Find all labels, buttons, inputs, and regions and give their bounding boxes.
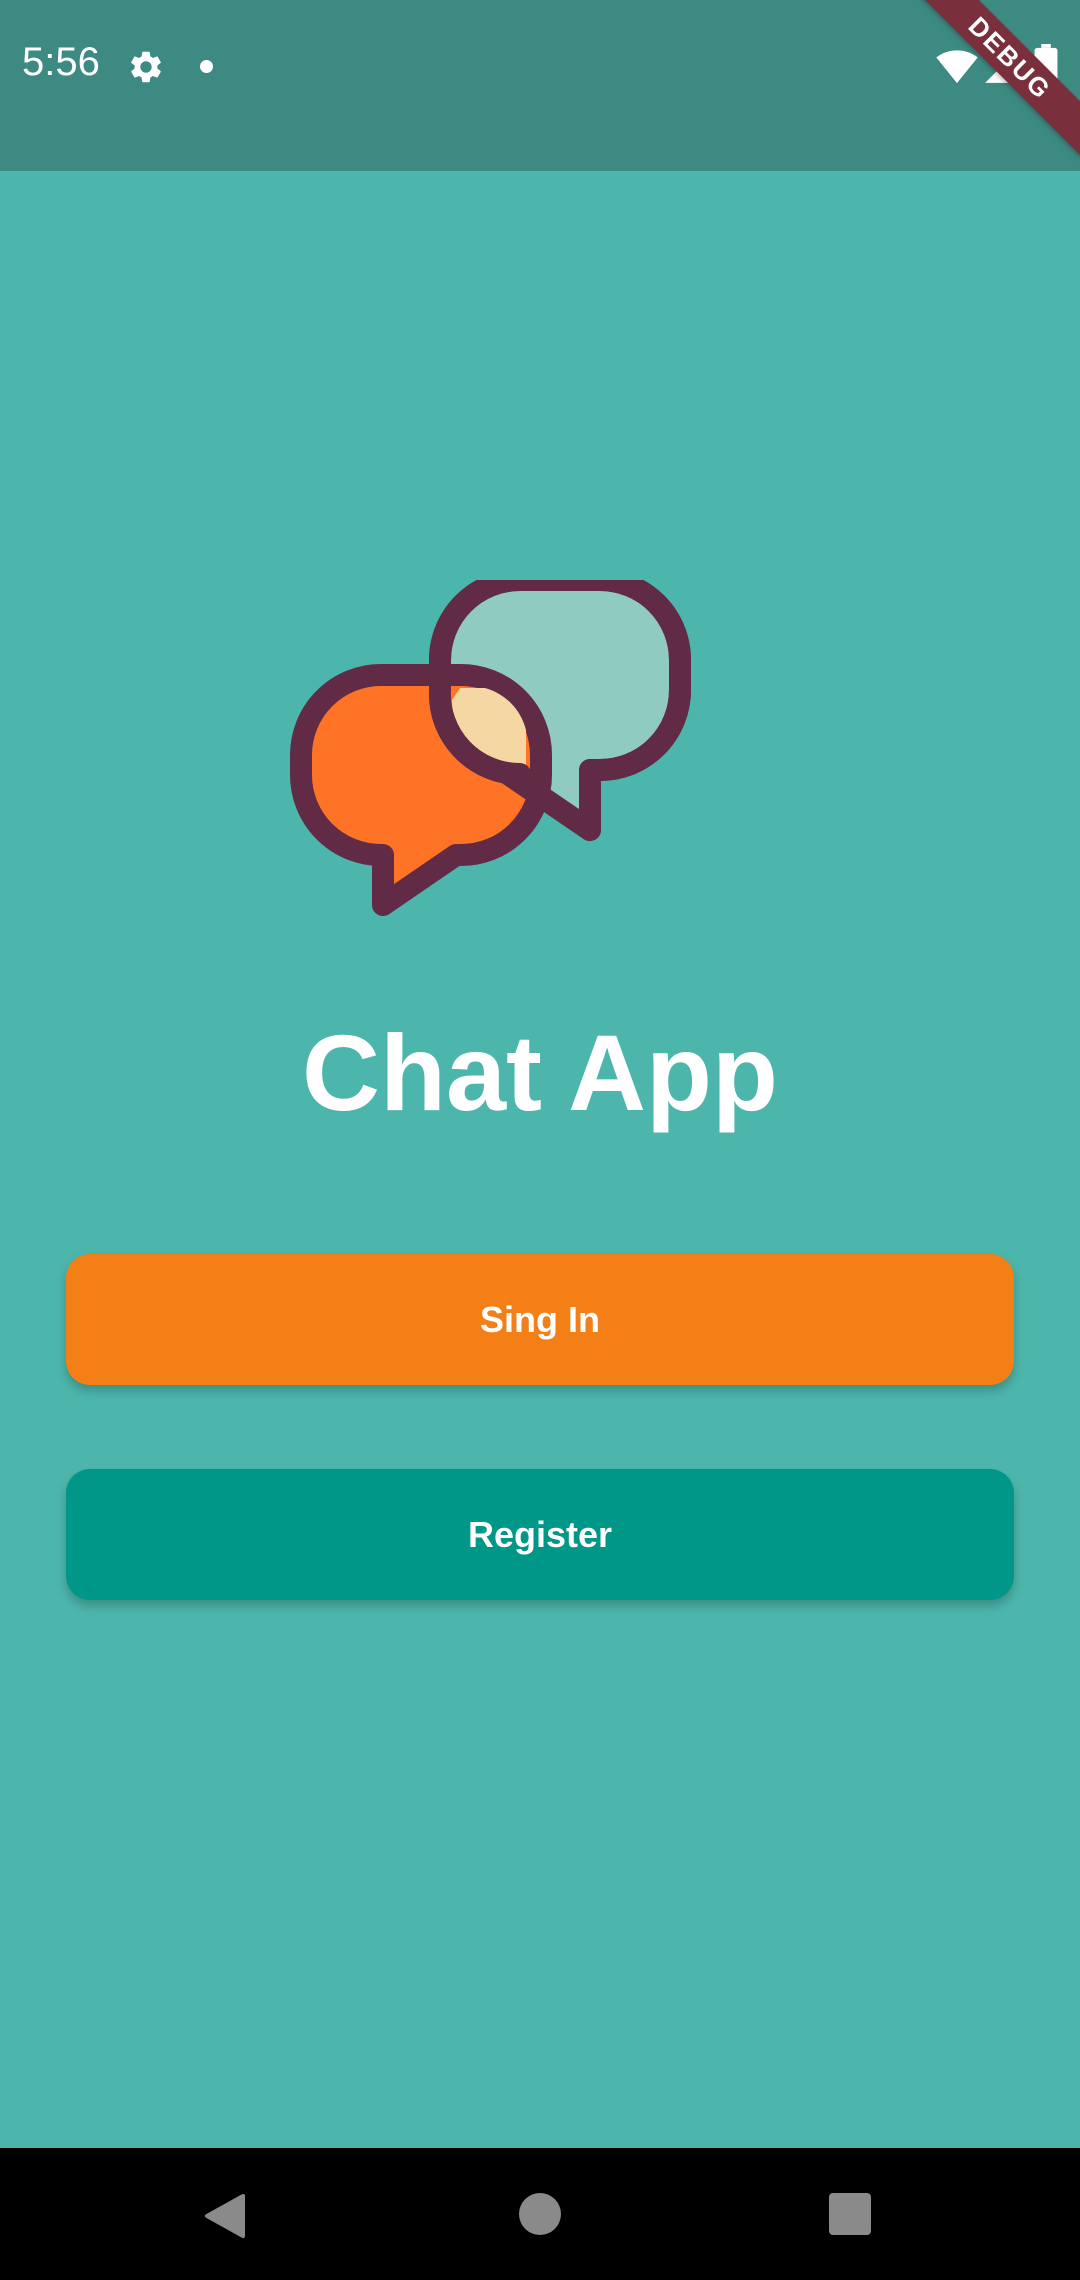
app-title: Chat App bbox=[302, 1012, 778, 1133]
home-icon[interactable] bbox=[519, 2193, 561, 2235]
welcome-screen: 5:56 DEBUG Chat App Sing In Register bbox=[0, 0, 1080, 2280]
status-time: 5:56 bbox=[22, 40, 100, 84]
wifi-icon bbox=[936, 50, 978, 84]
navigation-bar bbox=[0, 2148, 1080, 2280]
back-icon[interactable] bbox=[203, 2192, 247, 2240]
notification-dot-icon bbox=[200, 60, 213, 73]
status-bar: 5:56 bbox=[0, 0, 1080, 171]
gear-icon bbox=[131, 51, 161, 83]
register-button[interactable]: Register bbox=[66, 1469, 1014, 1600]
sign-in-button[interactable]: Sing In bbox=[66, 1254, 1014, 1385]
recents-icon[interactable] bbox=[829, 2193, 871, 2235]
chat-bubbles-icon bbox=[290, 580, 691, 916]
